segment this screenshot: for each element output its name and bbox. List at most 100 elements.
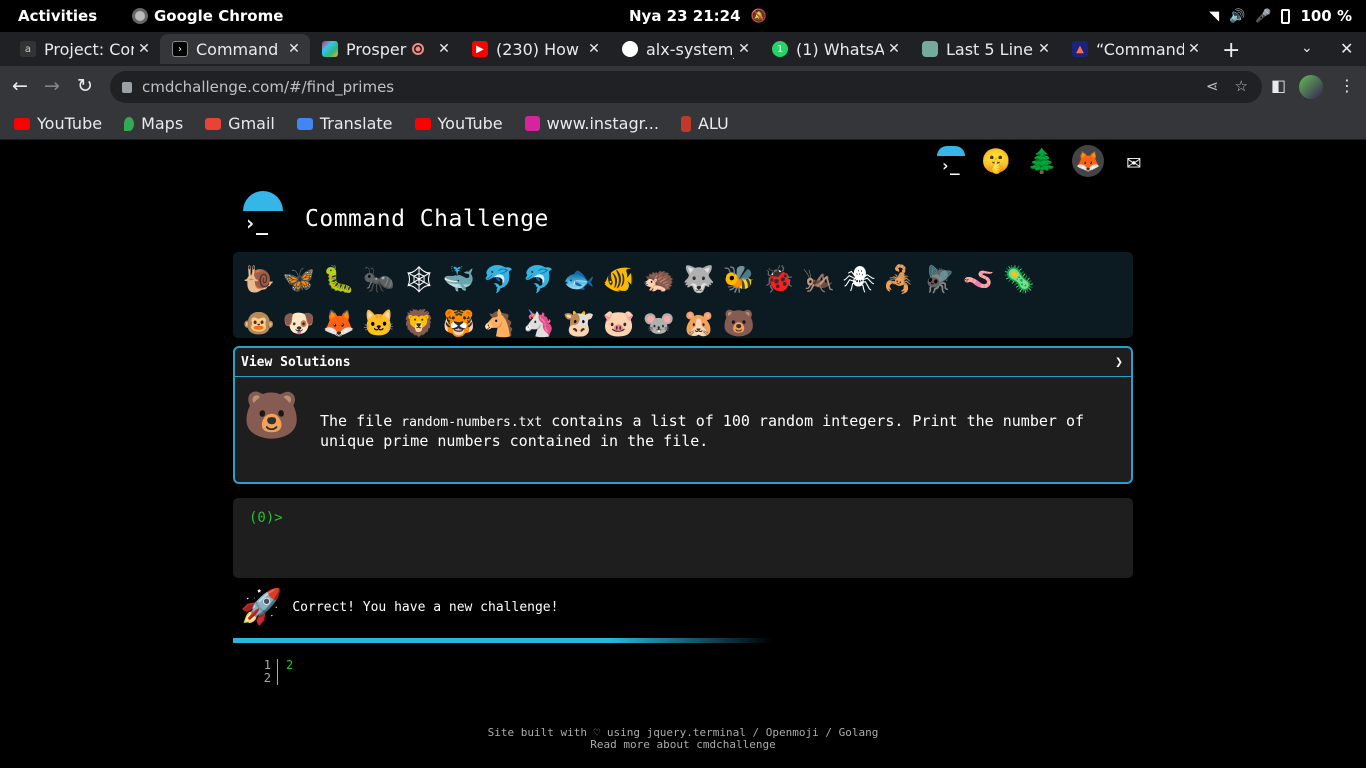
challenge-emoji-icon[interactable]: 🐟 (559, 258, 599, 302)
bookmark-gmail[interactable]: Gmail (205, 114, 275, 133)
challenge-filename: random-numbers.txt (401, 415, 543, 430)
tab[interactable]: ▲ “Command ✕ (1060, 34, 1210, 64)
challenge-emoji-icon[interactable]: 🐌 (239, 258, 279, 302)
shush-face-icon[interactable]: 🤫 (980, 145, 1012, 177)
footer-about-link[interactable]: Read more about cmdchallenge (0, 739, 1366, 751)
back-arrow-icon[interactable]: ← (12, 75, 28, 97)
close-icon[interactable]: ✕ (134, 41, 154, 57)
view-solutions-label: View Solutions (241, 354, 351, 370)
challenge-card: View Solutions ❯ 🐻 The file random-numbe… (233, 346, 1133, 484)
chatgpt-favicon-icon (922, 41, 938, 57)
tab[interactable]: ▶ (230) How ✕ (460, 34, 610, 64)
terminal-icon[interactable]: ›_ (934, 145, 966, 177)
tab-title: alx-system_ (646, 39, 734, 59)
challenge-emoji-icon[interactable]: 🐬 (479, 258, 519, 302)
address-bar[interactable]: cmdchallenge.com/#/find_primes ⋖ ☆ (110, 71, 1262, 103)
new-tab-button[interactable]: + (1222, 38, 1240, 63)
challenge-emoji-icon[interactable]: 🕸 (399, 258, 439, 302)
mail-icon[interactable]: ✉ (1118, 145, 1150, 177)
battery-icon (1281, 8, 1291, 24)
challenge-emoji-icon[interactable]: 🦂 (879, 258, 919, 302)
system-tray[interactable]: ◥ 🔊 🎤 100 % (1209, 7, 1352, 25)
close-icon[interactable]: ✕ (284, 41, 304, 57)
terminal-input[interactable]: (0)> (233, 498, 1133, 578)
tab[interactable]: Prosper ✕ (310, 34, 460, 64)
challenge-emoji-icon[interactable]: 🐵 (239, 302, 279, 346)
activities-button[interactable]: Activities (18, 7, 97, 25)
line-number: 2 (263, 671, 271, 685)
clock[interactable]: Nya 23 21:24 🔕 (629, 7, 767, 25)
output-lines: 2 (278, 659, 293, 685)
challenge-emoji-icon[interactable]: 🕷 (839, 258, 879, 302)
challenge-emoji-icon[interactable]: 🦋 (279, 258, 319, 302)
challenge-emoji-icon[interactable]: 🦄 (519, 302, 559, 346)
challenge-emoji-icon[interactable]: 🪱 (959, 258, 999, 302)
bookmark-star-icon[interactable]: ☆ (1235, 77, 1248, 95)
tab-search-chevron-icon[interactable]: ⌄ (1301, 40, 1313, 56)
gitlab-icon[interactable]: 🦊 (1072, 145, 1104, 177)
tab-active[interactable]: › Command ✕ (160, 34, 310, 64)
menu-dots-icon[interactable]: ⋮ (1339, 76, 1355, 95)
close-icon[interactable]: ✕ (1184, 41, 1204, 57)
challenge-emoji-icon[interactable]: 🐹 (679, 302, 719, 346)
app-menu[interactable]: Google Chrome (132, 7, 283, 25)
challenge-emoji-icon[interactable]: 🐬 (519, 258, 559, 302)
challenge-picker: 🐌 🦋 🐛 🐜 🕸 🐳 🐬 🐬 🐟 🐠 🦔 🐺 🐝 🐞 🦗 🕷 🦂 🪰 🪱 🦠 🐵 🐶 🦊 🐱 🦁 🐯 🐴 🦄 🐮 🐷 🐭 🐹 🐻 (233, 252, 1133, 339)
bookmark-label: Gmail (228, 114, 275, 133)
youtube-icon (414, 117, 431, 130)
close-icon[interactable]: ✕ (434, 41, 454, 57)
bookmark-alu[interactable]: ALU (680, 114, 729, 133)
recording-icon (412, 43, 424, 55)
view-solutions-header[interactable]: View Solutions ❯ (235, 348, 1131, 377)
bookmark-maps[interactable]: Maps (124, 114, 183, 133)
tab[interactable]: a Project: Cor ✕ (8, 34, 160, 64)
challenge-emoji-icon[interactable]: 🐴 (479, 302, 519, 346)
close-icon[interactable]: ✕ (884, 41, 904, 57)
progress-bar (233, 638, 773, 643)
challenge-emoji-icon[interactable]: 🐛 (319, 258, 359, 302)
bookmark-translate[interactable]: Translate (296, 114, 393, 133)
bookmark-youtube[interactable]: YouTube (14, 114, 102, 133)
close-icon[interactable]: ✕ (734, 41, 754, 57)
reload-icon[interactable]: ↻ (77, 75, 93, 97)
tab[interactable]: 1 (1) WhatsA ✕ (760, 34, 910, 64)
bookmark-label: YouTube (37, 114, 103, 133)
challenge-emoji-icon[interactable]: 🐺 (679, 258, 719, 302)
challenge-emoji-icon[interactable]: 🐷 (599, 302, 639, 346)
tab-strip: a Project: Cor ✕ › Command ✕ Prosper ✕ ▶… (0, 32, 1366, 66)
bookmark-instagram[interactable]: www.instagr... (524, 114, 659, 133)
challenge-emoji-icon[interactable]: 🦗 (799, 258, 839, 302)
bookmark-youtube-2[interactable]: YouTube (414, 114, 503, 133)
forward-arrow-icon[interactable]: → (44, 75, 60, 97)
share-icon[interactable]: ⋖ (1206, 77, 1219, 95)
challenge-emoji-icon[interactable]: 🦁 (399, 302, 439, 346)
side-panel-icon[interactable]: ◧ (1271, 76, 1286, 95)
challenge-emoji-icon[interactable]: 🐱 (359, 302, 399, 346)
tab[interactable]: alx-system_ ✕ (610, 34, 760, 64)
close-icon[interactable]: ✕ (1034, 41, 1054, 57)
challenge-emoji-icon[interactable]: 🐻 (719, 302, 759, 346)
window-close-icon[interactable]: ✕ (1340, 39, 1353, 58)
url-text: cmdchallenge.com/#/find_primes (142, 78, 395, 96)
challenge-emoji-icon[interactable]: 🐜 (359, 258, 399, 302)
battery-percent: 100 % (1300, 7, 1352, 25)
challenge-emoji-icon[interactable]: 🐠 (599, 258, 639, 302)
challenge-emoji-icon[interactable]: 🐶 (279, 302, 319, 346)
challenge-emoji-icon[interactable]: 🐳 (439, 258, 479, 302)
profile-avatar[interactable] (1299, 75, 1323, 99)
challenge-emoji-icon[interactable]: 🦔 (639, 258, 679, 302)
challenge-emoji-icon[interactable]: 🐭 (639, 302, 679, 346)
challenge-emoji-icon[interactable]: 🦠 (999, 258, 1039, 302)
challenge-emoji-icon[interactable]: 🦊 (319, 302, 359, 346)
close-icon[interactable]: ✕ (584, 41, 604, 57)
challenge-emoji-icon[interactable]: 🐞 (759, 258, 799, 302)
challenge-emoji-icon[interactable]: 🐮 (559, 302, 599, 346)
tab[interactable]: Last 5 Line ✕ (910, 34, 1060, 64)
challenge-emoji-icon[interactable]: 🐯 (439, 302, 479, 346)
translate-icon (296, 117, 313, 130)
lock-icon (122, 81, 132, 93)
challenge-emoji-icon[interactable]: 🪰 (919, 258, 959, 302)
toolbar: ← → ↻ cmdchallenge.com/#/find_primes ⋖ ☆… (0, 66, 1366, 108)
challenge-emoji-icon[interactable]: 🐝 (719, 258, 759, 302)
tree-icon[interactable]: 🌲 (1026, 145, 1058, 177)
